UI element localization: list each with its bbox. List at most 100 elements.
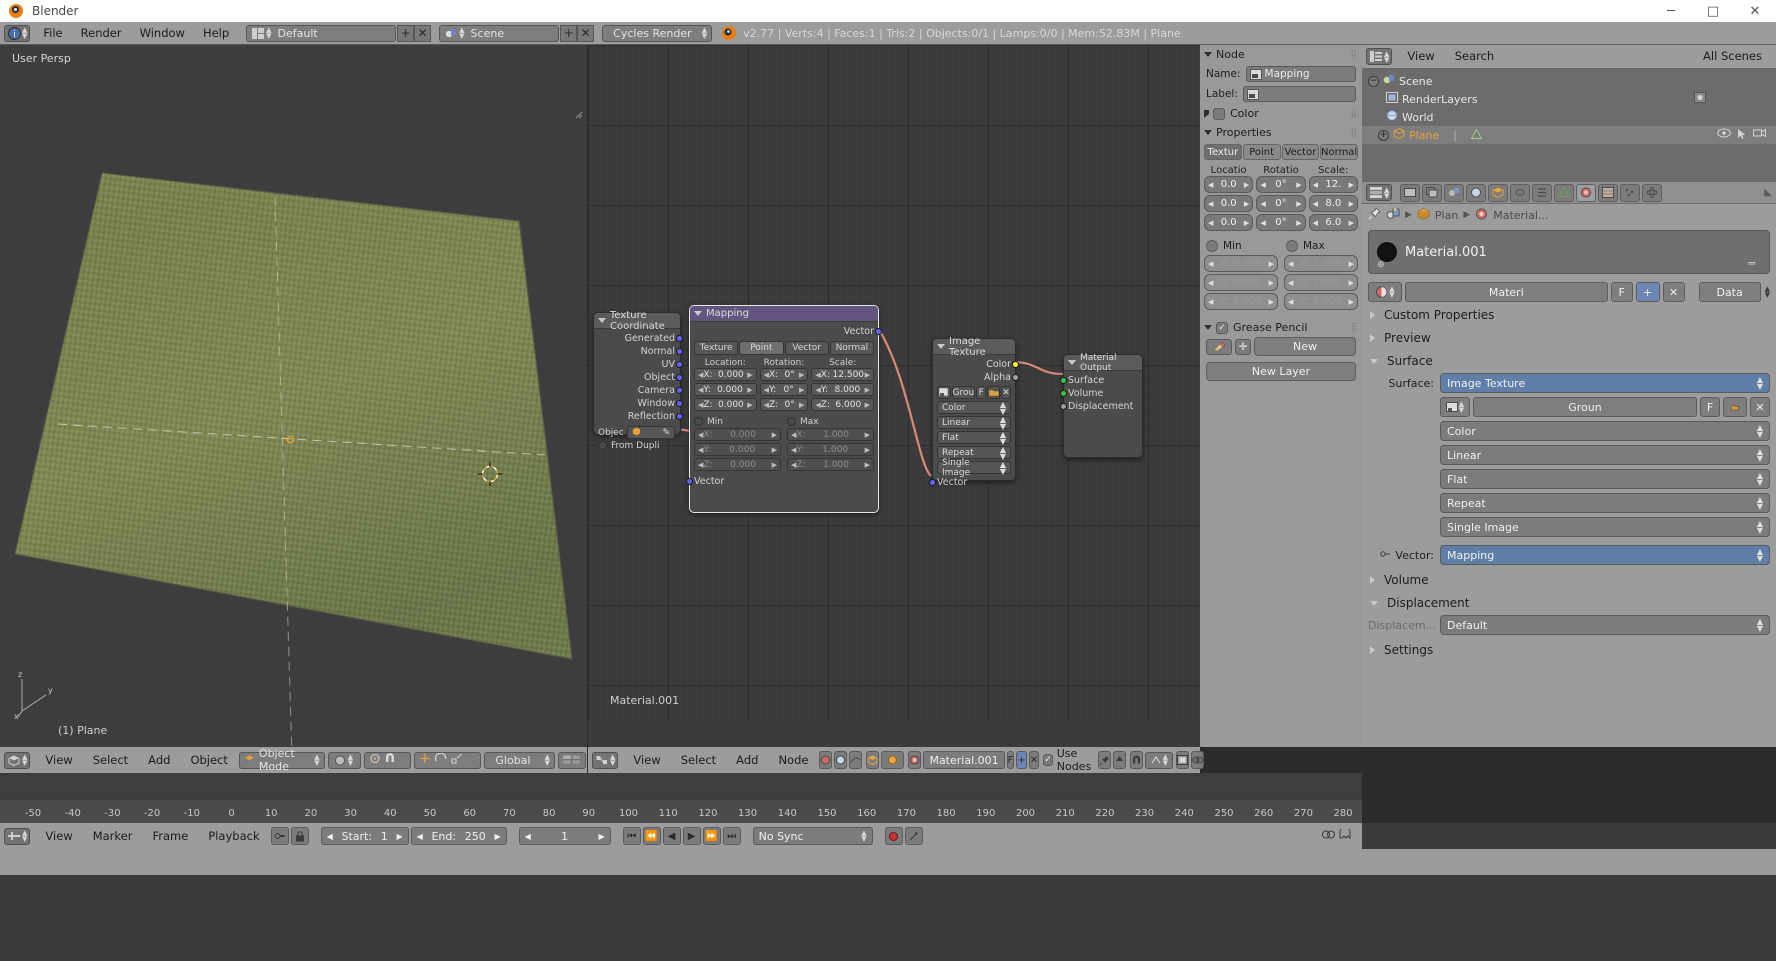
- outliner-row-scene[interactable]: − Scene: [1362, 72, 1776, 90]
- fake-user-button[interactable]: F: [1610, 282, 1633, 302]
- rotation-y-field[interactable]: ◀ Y: 0° ▶: [759, 383, 809, 396]
- socket-color[interactable]: [1012, 361, 1019, 368]
- viewport-menu-object[interactable]: Object: [181, 751, 236, 770]
- min-checkbox[interactable]: Min: [694, 415, 781, 428]
- tab-texture[interactable]: [1598, 183, 1619, 202]
- collapse-triangle-icon[interactable]: [937, 344, 945, 349]
- node-material-unlink-button[interactable]: ✕: [1028, 751, 1040, 769]
- socket-shader[interactable]: [1060, 390, 1067, 397]
- chevron-updown-icon[interactable]: ▲ ▼: [1765, 286, 1770, 299]
- node-input-displacement[interactable]: Displacement: [1060, 400, 1138, 413]
- snap-magnet-icon[interactable]: [1129, 751, 1143, 769]
- projection-selector[interactable]: Flat ▲ ▼: [1440, 469, 1770, 489]
- eyedropper-icon[interactable]: ✎: [662, 428, 670, 438]
- use-nodes-checkbox[interactable]: ✓ Use Nodes: [1043, 747, 1093, 773]
- extension-selector[interactable]: Repeat ▲ ▼: [1440, 493, 1770, 513]
- scale-y-field[interactable]: ◀ 8.0 ▶: [1308, 195, 1358, 212]
- node-input-vector[interactable]: Vector: [686, 475, 874, 488]
- source-dropdown[interactable]: Single Image ▲ ▼: [937, 458, 1011, 478]
- node-header[interactable]: Image Texture: [933, 336, 1015, 358]
- location-z-field[interactable]: ◀ 0.0 ▶: [1204, 214, 1254, 231]
- max-checkbox[interactable]: Max: [787, 415, 874, 428]
- object-datablock-icon[interactable]: [866, 751, 880, 769]
- collapse-triangle-icon[interactable]: [1204, 52, 1212, 57]
- expand-triangle-icon[interactable]: [1370, 334, 1375, 342]
- manipulator-toggles[interactable]: [414, 751, 482, 769]
- cursor-selectability-icon[interactable]: [1737, 128, 1747, 143]
- surface-shader-selector[interactable]: Image Texture ▲ ▼: [1440, 373, 1770, 393]
- scale-manipulator-icon[interactable]: [451, 753, 463, 767]
- new-grease-pencil-button[interactable]: New: [1254, 337, 1356, 356]
- pin-icon[interactable]: [1368, 207, 1381, 223]
- timeline-menu-playback[interactable]: Playback: [199, 827, 268, 846]
- image-fake-user-button[interactable]: F: [1700, 397, 1720, 417]
- socket-vector[interactable]: [686, 478, 693, 485]
- socket-vector[interactable]: [875, 328, 882, 335]
- node-material-new-button[interactable]: +: [1016, 751, 1027, 769]
- rotation-x-field[interactable]: ◀ 0° ▶: [1256, 176, 1306, 193]
- node-material-output[interactable]: Material Output Surface Volume Displacem…: [1060, 353, 1143, 458]
- properties-editor[interactable]: ▲ ▼ ◣ ▶ Plan ▶ Material... Material.001 …: [1362, 182, 1776, 747]
- image-browse-button[interactable]: [937, 386, 951, 399]
- socket-vector[interactable]: [676, 400, 683, 407]
- node-input-surface[interactable]: Surface: [1060, 374, 1138, 387]
- new-material-button[interactable]: +: [1635, 282, 1660, 302]
- tab-modifiers[interactable]: [1532, 183, 1553, 202]
- slot-grip-icon[interactable]: ═: [1748, 257, 1755, 270]
- shader-type-world-button[interactable]: [834, 751, 848, 769]
- mesh-data-icon[interactable]: [1470, 127, 1483, 142]
- close-button[interactable]: ✕: [1734, 0, 1776, 22]
- tab-point[interactable]: Point: [739, 341, 784, 355]
- rotation-y-field[interactable]: ◀ 0° ▶: [1256, 195, 1306, 212]
- material-name-field[interactable]: Materi: [1405, 282, 1608, 302]
- image-browse-button[interactable]: ▲ ▼: [1440, 397, 1470, 417]
- tab-material[interactable]: [1576, 183, 1597, 202]
- node-header[interactable]: Material Output: [1064, 353, 1142, 373]
- socket-vector[interactable]: [929, 479, 936, 486]
- editor-type-selector[interactable]: ▲ ▼: [4, 751, 31, 769]
- outliner-tree[interactable]: − Scene RenderLayers World + Plane |: [1362, 69, 1776, 182]
- record-icon[interactable]: [884, 827, 903, 845]
- section-volume[interactable]: Volume: [1368, 567, 1770, 590]
- timeline-menu-frame[interactable]: Frame: [143, 827, 197, 846]
- outliner-row-plane[interactable]: + Plane |: [1362, 126, 1776, 144]
- socket-vector[interactable]: [676, 374, 683, 381]
- jump-to-start-icon[interactable]: ⏮: [622, 827, 641, 845]
- snap-node-element-selector[interactable]: ▲ ▼: [1144, 751, 1174, 769]
- location-x-field[interactable]: ◀ X: 0.000 ▶: [694, 368, 757, 381]
- next-keyframe-icon[interactable]: ⏩: [702, 827, 721, 845]
- maximize-button[interactable]: □: [1692, 0, 1734, 22]
- delete-scene-button[interactable]: ✕: [577, 24, 595, 42]
- mapping-type-tabs[interactable]: Textur Point Vector Normal: [1200, 142, 1362, 162]
- node-menu-view[interactable]: View: [624, 751, 669, 770]
- outliner-menu-view[interactable]: View: [1398, 47, 1443, 66]
- node-menu-node[interactable]: Node: [769, 751, 817, 770]
- viewport-menu-select[interactable]: Select: [84, 751, 137, 770]
- menu-file[interactable]: File: [34, 24, 71, 43]
- rotation-x-field[interactable]: ◀ X: 0° ▶: [759, 368, 809, 381]
- panel-resize-grip[interactable]: ◣: [1764, 187, 1772, 198]
- scale-z-field[interactable]: ◀ Z: 6.000 ▶: [811, 398, 874, 411]
- tab-normal[interactable]: Normal: [829, 341, 874, 355]
- material-slot-list[interactable]: Material.001 ⊕ ═: [1368, 230, 1770, 274]
- unlink-image-button[interactable]: ✕: [1000, 386, 1011, 399]
- checkbox-icon[interactable]: [1286, 240, 1298, 252]
- section-properties[interactable]: Properties ⣿: [1200, 123, 1362, 142]
- menu-render[interactable]: Render: [72, 24, 131, 43]
- node-input-volume[interactable]: Volume: [1060, 387, 1138, 400]
- outliner-row-renderlayers[interactable]: RenderLayers: [1362, 90, 1776, 108]
- new-layer-button[interactable]: New Layer: [1206, 362, 1356, 381]
- node-header[interactable]: Texture Coordinate: [594, 310, 680, 332]
- node-label-input[interactable]: [1242, 86, 1356, 102]
- tab-normal[interactable]: Normal: [1320, 144, 1358, 160]
- tab-object[interactable]: [1488, 183, 1509, 202]
- mapping-type-tabs[interactable]: Texture Point Vector Normal: [694, 341, 874, 355]
- play-icon[interactable]: ▶: [682, 827, 701, 845]
- interpolation-selector[interactable]: Linear ▲ ▼: [1440, 445, 1770, 465]
- overlay-icon[interactable]: [1191, 751, 1205, 769]
- node-editor-material-field[interactable]: Material.001: [923, 751, 1005, 769]
- collapse-triangle-icon[interactable]: [694, 311, 702, 316]
- viewport-corner-widget[interactable]: [575, 109, 583, 119]
- socket-vector[interactable]: [676, 348, 683, 355]
- section-displacement[interactable]: Displacement: [1368, 590, 1770, 613]
